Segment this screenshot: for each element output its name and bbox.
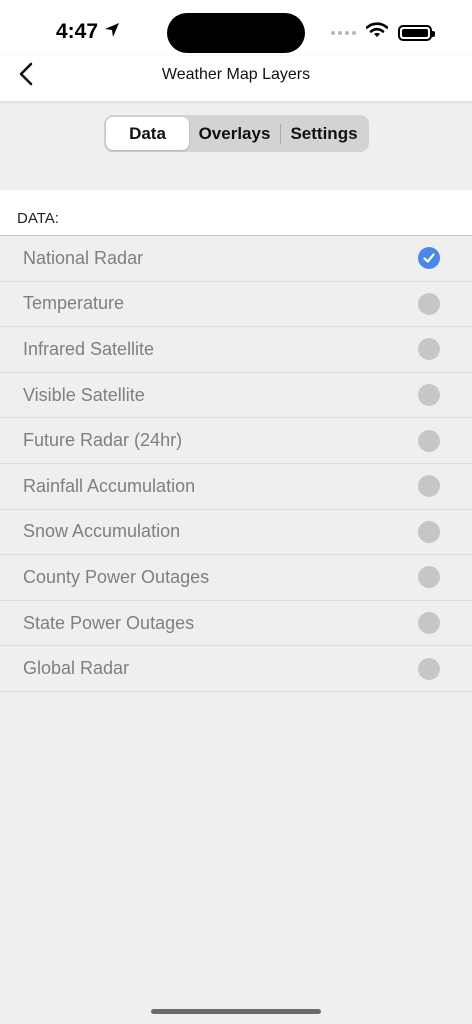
list-item-county-power-outages[interactable]: County Power Outages [0,555,472,601]
list-item-snow-accumulation[interactable]: Snow Accumulation [0,510,472,556]
radio-circle-icon[interactable] [418,475,440,498]
list-item-visible-satellite[interactable]: Visible Satellite [0,373,472,419]
section-header: DATA: [0,190,472,236]
list-item-temperature[interactable]: Temperature [0,282,472,328]
list-item-global-radar[interactable]: Global Radar [0,646,472,692]
radio-circle-icon[interactable] [418,292,440,315]
radio-circle-icon[interactable] [418,338,440,361]
radio-circle-icon[interactable] [418,429,440,452]
list-item-label: Snow Accumulation [23,521,181,542]
list-item-label: Global Radar [23,658,130,679]
radio-circle-icon[interactable] [418,612,440,635]
layer-list: National Radar Temperature Infrared Sate… [0,236,472,692]
list-item-national-radar[interactable]: National Radar [0,236,472,282]
cellular-signal-icon [331,30,356,35]
dynamic-island [167,13,305,53]
home-indicator[interactable] [151,1009,321,1014]
status-indicators [331,22,435,43]
page-title: Weather Map Layers [161,66,311,83]
list-item-label: Temperature [23,293,125,314]
navigation-bar: Weather Map Layers [0,56,472,101]
radio-circle-icon[interactable] [418,657,440,680]
list-item-label: Infrared Satellite [23,338,155,359]
time-label: 4:47 [56,20,99,43]
section-label: DATA: [17,210,59,227]
wifi-icon [365,22,389,43]
list-item-rainfall-accumulation[interactable]: Rainfall Accumulation [0,464,472,510]
list-item-infrared-satellite[interactable]: Infrared Satellite [0,327,472,373]
radio-circle-icon[interactable] [418,566,440,589]
list-item-label: Visible Satellite [23,384,145,405]
list-item-label: State Power Outages [23,612,195,633]
radio-circle-icon[interactable] [418,520,440,543]
list-item-state-power-outages[interactable]: State Power Outages [0,601,472,647]
checkmark-circle-icon[interactable] [418,247,440,270]
location-arrow-icon [104,20,120,44]
list-item-label: Future Radar (24hr) [23,430,183,451]
tab-data[interactable]: Data [106,117,189,150]
tab-overlays[interactable]: Overlays [189,117,280,150]
list-item-label: Rainfall Accumulation [23,475,196,496]
tab-settings[interactable]: Settings [281,117,367,150]
status-bar: 4:47 [0,0,472,56]
segmented-control: Data Overlays Settings [104,115,369,152]
list-item-label: County Power Outages [23,566,210,587]
radio-circle-icon[interactable] [418,384,440,407]
list-item-label: National Radar [23,247,144,268]
status-time: 4:47 [56,20,120,44]
list-item-future-radar[interactable]: Future Radar (24hr) [0,418,472,464]
battery-icon [398,24,435,41]
